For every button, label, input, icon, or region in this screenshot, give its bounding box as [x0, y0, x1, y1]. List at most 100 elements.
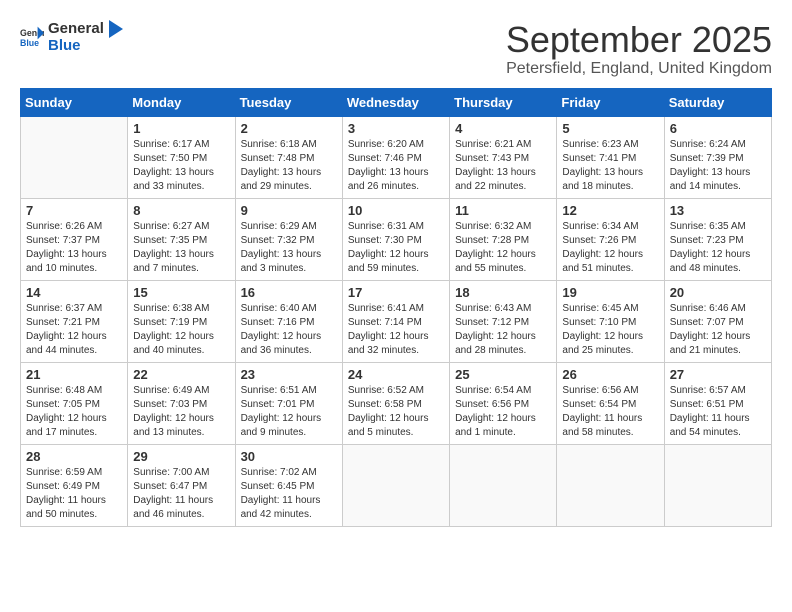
day-number: 9	[241, 203, 337, 218]
calendar-cell: 19Sunrise: 6:45 AM Sunset: 7:10 PM Dayli…	[557, 280, 664, 362]
day-number: 29	[133, 449, 229, 464]
logo-arrow-icon	[105, 20, 123, 38]
day-number: 3	[348, 121, 444, 136]
day-number: 5	[562, 121, 658, 136]
weekday-header-sunday: Sunday	[21, 88, 128, 116]
month-title: September 2025	[506, 20, 772, 60]
calendar-table: SundayMondayTuesdayWednesdayThursdayFrid…	[20, 88, 772, 527]
day-number: 13	[670, 203, 766, 218]
day-info: Sunrise: 6:54 AM Sunset: 6:56 PM Dayligh…	[455, 384, 551, 440]
weekday-header-tuesday: Tuesday	[235, 88, 342, 116]
day-info: Sunrise: 6:18 AM Sunset: 7:48 PM Dayligh…	[241, 138, 337, 194]
weekday-header-thursday: Thursday	[450, 88, 557, 116]
calendar-cell: 24 Sunrise: 6:52 AM Sunset: 6:58 PM Dayli…	[342, 362, 449, 444]
day-info: Sunrise: 6:32 AM Sunset: 7:28 PM Dayligh…	[455, 220, 551, 276]
day-info: Sunrise: 6:40 AM Sunset: 7:16 PM Dayligh…	[241, 302, 337, 358]
calendar-cell: 10 Sunrise: 6:31 AM Sunset: 7:30 PM Dayli…	[342, 198, 449, 280]
calendar-cell: 27 Sunrise: 6:57 AM Sunset: 6:51 PM Dayli…	[664, 362, 771, 444]
day-number: 8	[133, 203, 229, 218]
day-number: 28	[26, 449, 122, 464]
day-number: 15	[133, 285, 229, 300]
calendar-week-row: 21 Sunrise: 6:48 AM Sunset: 7:05 PM Dayli…	[21, 362, 772, 444]
day-number: 10	[348, 203, 444, 218]
calendar-cell	[557, 444, 664, 526]
page-header: General Blue General Blue September 2025…	[20, 20, 772, 78]
calendar-cell: 3Sunrise: 6:20 AM Sunset: 7:46 PM Daylig…	[342, 116, 449, 198]
title-area: September 2025 Petersfield, England, Uni…	[506, 20, 772, 78]
day-info: Sunrise: 6:46 AM Sunset: 7:07 PM Dayligh…	[670, 302, 766, 358]
day-info: Sunrise: 6:57 AM Sunset: 6:51 PM Dayligh…	[670, 384, 766, 440]
day-info: Sunrise: 6:38 AM Sunset: 7:19 PM Dayligh…	[133, 302, 229, 358]
day-number: 27	[670, 367, 766, 382]
calendar-cell: 16 Sunrise: 6:40 AM Sunset: 7:16 PM Dayli…	[235, 280, 342, 362]
day-info: Sunrise: 6:26 AM Sunset: 7:37 PM Dayligh…	[26, 220, 122, 276]
calendar-cell	[342, 444, 449, 526]
day-number: 7	[26, 203, 122, 218]
logo: General Blue General Blue	[20, 20, 124, 55]
calendar-cell	[21, 116, 128, 198]
day-info: Sunrise: 6:34 AM Sunset: 7:26 PM Dayligh…	[562, 220, 658, 276]
day-number: 25	[455, 367, 551, 382]
day-info: Sunrise: 6:24 AM Sunset: 7:39 PM Dayligh…	[670, 138, 766, 194]
calendar-cell: 5 Sunrise: 6:23 AM Sunset: 7:41 PM Daylig…	[557, 116, 664, 198]
day-number: 23	[241, 367, 337, 382]
day-info: Sunrise: 7:00 AM Sunset: 6:47 PM Dayligh…	[133, 466, 229, 522]
calendar-week-row: 7 Sunrise: 6:26 AM Sunset: 7:37 PM Daylig…	[21, 198, 772, 280]
calendar-cell: 6 Sunrise: 6:24 AM Sunset: 7:39 PM Daylig…	[664, 116, 771, 198]
day-info: Sunrise: 6:27 AM Sunset: 7:35 PM Dayligh…	[133, 220, 229, 276]
calendar-cell: 17Sunrise: 6:41 AM Sunset: 7:14 PM Dayli…	[342, 280, 449, 362]
day-info: Sunrise: 6:48 AM Sunset: 7:05 PM Dayligh…	[26, 384, 122, 440]
day-number: 6	[670, 121, 766, 136]
day-info: Sunrise: 6:59 AM Sunset: 6:49 PM Dayligh…	[26, 466, 122, 522]
calendar-cell: 18Sunrise: 6:43 AM Sunset: 7:12 PM Dayli…	[450, 280, 557, 362]
day-info: Sunrise: 6:35 AM Sunset: 7:23 PM Dayligh…	[670, 220, 766, 276]
calendar-cell: 29 Sunrise: 7:00 AM Sunset: 6:47 PM Dayli…	[128, 444, 235, 526]
location-title: Petersfield, England, United Kingdom	[506, 60, 772, 78]
calendar-cell: 20 Sunrise: 6:46 AM Sunset: 7:07 PM Dayli…	[664, 280, 771, 362]
day-info: Sunrise: 6:45 AM Sunset: 7:10 PM Dayligh…	[562, 302, 658, 358]
day-info: Sunrise: 6:52 AM Sunset: 6:58 PM Dayligh…	[348, 384, 444, 440]
calendar-cell: 4 Sunrise: 6:21 AM Sunset: 7:43 PM Daylig…	[450, 116, 557, 198]
calendar-cell: 30 Sunrise: 7:02 AM Sunset: 6:45 PM Dayli…	[235, 444, 342, 526]
day-info: Sunrise: 6:23 AM Sunset: 7:41 PM Dayligh…	[562, 138, 658, 194]
calendar-cell: 21 Sunrise: 6:48 AM Sunset: 7:05 PM Dayli…	[21, 362, 128, 444]
day-number: 21	[26, 367, 122, 382]
calendar-cell: 2 Sunrise: 6:18 AM Sunset: 7:48 PM Daylig…	[235, 116, 342, 198]
calendar-cell: 8 Sunrise: 6:27 AM Sunset: 7:35 PM Daylig…	[128, 198, 235, 280]
day-info: Sunrise: 6:37 AM Sunset: 7:21 PM Dayligh…	[26, 302, 122, 358]
day-number: 4	[455, 121, 551, 136]
day-number: 24	[348, 367, 444, 382]
day-number: 16	[241, 285, 337, 300]
day-info: Sunrise: 6:31 AM Sunset: 7:30 PM Dayligh…	[348, 220, 444, 276]
calendar-cell: 28 Sunrise: 6:59 AM Sunset: 6:49 PM Dayli…	[21, 444, 128, 526]
calendar-cell: 23 Sunrise: 6:51 AM Sunset: 7:01 PM Dayli…	[235, 362, 342, 444]
calendar-cell	[450, 444, 557, 526]
day-number: 1	[133, 121, 229, 136]
calendar-cell: 12 Sunrise: 6:34 AM Sunset: 7:26 PM Dayli…	[557, 198, 664, 280]
day-number: 12	[562, 203, 658, 218]
weekday-header-row: SundayMondayTuesdayWednesdayThursdayFrid…	[21, 88, 772, 116]
calendar-week-row: 1 Sunrise: 6:17 AM Sunset: 7:50 PM Daylig…	[21, 116, 772, 198]
calendar-cell: 25 Sunrise: 6:54 AM Sunset: 6:56 PM Dayli…	[450, 362, 557, 444]
day-number: 14	[26, 285, 122, 300]
day-info: Sunrise: 6:17 AM Sunset: 7:50 PM Dayligh…	[133, 138, 229, 194]
day-number: 30	[241, 449, 337, 464]
calendar-cell: 11Sunrise: 6:32 AM Sunset: 7:28 PM Dayli…	[450, 198, 557, 280]
day-number: 22	[133, 367, 229, 382]
logo-blue-text: Blue	[48, 38, 124, 55]
day-info: Sunrise: 6:21 AM Sunset: 7:43 PM Dayligh…	[455, 138, 551, 194]
day-number: 20	[670, 285, 766, 300]
calendar-cell: 9Sunrise: 6:29 AM Sunset: 7:32 PM Daylig…	[235, 198, 342, 280]
day-info: Sunrise: 7:02 AM Sunset: 6:45 PM Dayligh…	[241, 466, 337, 522]
calendar-week-row: 14 Sunrise: 6:37 AM Sunset: 7:21 PM Dayli…	[21, 280, 772, 362]
calendar-week-row: 28 Sunrise: 6:59 AM Sunset: 6:49 PM Dayli…	[21, 444, 772, 526]
weekday-header-wednesday: Wednesday	[342, 88, 449, 116]
day-info: Sunrise: 6:56 AM Sunset: 6:54 PM Dayligh…	[562, 384, 658, 440]
calendar-cell: 7 Sunrise: 6:26 AM Sunset: 7:37 PM Daylig…	[21, 198, 128, 280]
logo-text: General	[48, 20, 124, 38]
day-number: 26	[562, 367, 658, 382]
day-info: Sunrise: 6:43 AM Sunset: 7:12 PM Dayligh…	[455, 302, 551, 358]
calendar-cell: 1 Sunrise: 6:17 AM Sunset: 7:50 PM Daylig…	[128, 116, 235, 198]
day-number: 2	[241, 121, 337, 136]
day-info: Sunrise: 6:51 AM Sunset: 7:01 PM Dayligh…	[241, 384, 337, 440]
